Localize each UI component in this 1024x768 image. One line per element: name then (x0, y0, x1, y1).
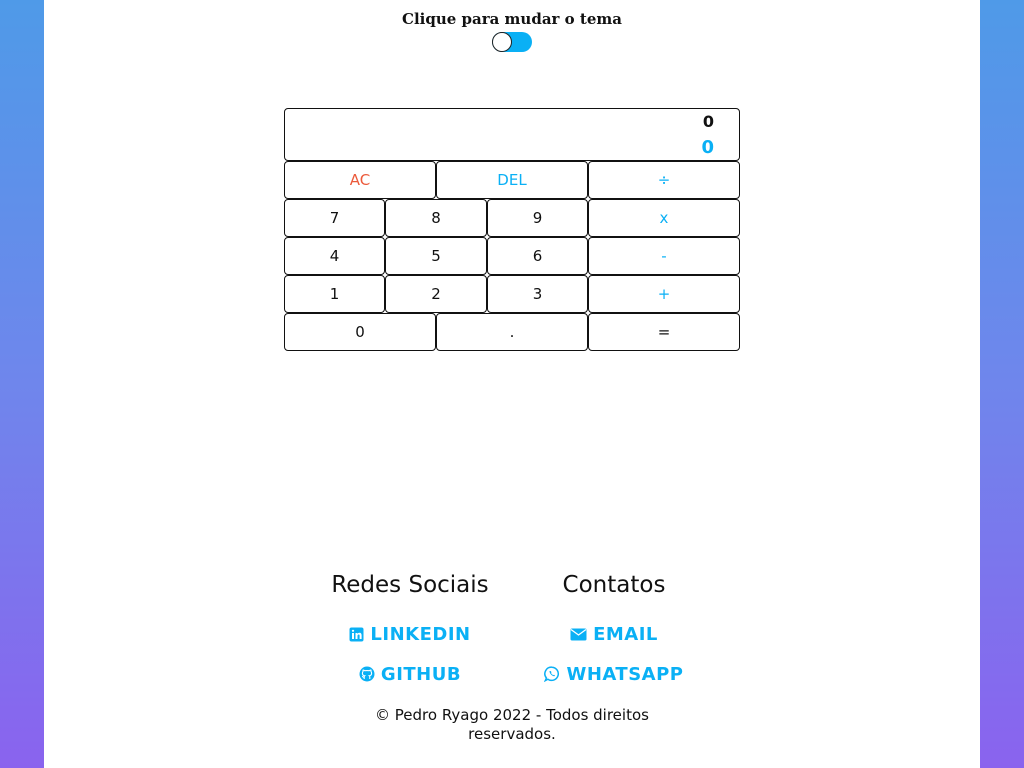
digit-4-button[interactable]: 4 (284, 237, 385, 275)
delete-button[interactable]: DEL (436, 161, 588, 199)
digit-6-button[interactable]: 6 (487, 237, 588, 275)
keypad-row-5: 0 . = (284, 313, 740, 351)
keypad-row-4: 1 2 3 + (284, 275, 740, 313)
keypad-row-3: 4 5 6 - (284, 237, 740, 275)
whatsapp-link[interactable]: WHATSAPP (514, 654, 714, 694)
multiply-button[interactable]: x (588, 199, 740, 237)
digit-0-button[interactable]: 0 (284, 313, 436, 351)
digit-5-button[interactable]: 5 (385, 237, 487, 275)
github-link[interactable]: GITHUB (310, 654, 510, 694)
digit-9-button[interactable]: 9 (487, 199, 588, 237)
contacts-section: Contatos EMAIL WHATSAPP (514, 572, 714, 694)
current-operand: 0 (701, 137, 714, 158)
keypad-row-1: AC DEL ÷ (284, 161, 740, 199)
equals-button[interactable]: = (588, 313, 740, 351)
github-label: GITHUB (380, 663, 462, 685)
social-networks-section: Redes Sociais LINKEDIN GITHUB (310, 572, 510, 694)
theme-toggle-label: Clique para mudar o tema (402, 10, 622, 28)
copyright-text: © Pedro Ryago 2022 - Todos direitos rese… (375, 706, 649, 743)
all-clear-button[interactable]: AC (284, 161, 436, 199)
digit-1-button[interactable]: 1 (284, 275, 385, 313)
linkedin-link[interactable]: LINKEDIN (310, 614, 510, 654)
theme-toggle[interactable] (492, 32, 532, 52)
previous-operand: 0 (702, 112, 714, 131)
digit-3-button[interactable]: 3 (487, 275, 588, 313)
linkedin-label: LINKEDIN (370, 623, 471, 645)
whatsapp-label: WHATSAPP (566, 663, 684, 685)
calculator: 0 0 AC DEL ÷ 7 8 9 x 4 5 6 - 1 2 3 + 0 .… (284, 108, 740, 351)
digit-7-button[interactable]: 7 (284, 199, 385, 237)
calculator-display: 0 0 (284, 108, 740, 161)
github-icon (359, 666, 375, 682)
email-label: EMAIL (593, 623, 658, 645)
toggle-knob (492, 32, 512, 52)
email-link[interactable]: EMAIL (514, 614, 714, 654)
digit-2-button[interactable]: 2 (385, 275, 487, 313)
whatsapp-icon (544, 666, 560, 682)
divide-button[interactable]: ÷ (588, 161, 740, 199)
subtract-button[interactable]: - (588, 237, 740, 275)
decimal-button[interactable]: . (436, 313, 588, 351)
linkedin-icon (349, 627, 364, 641)
digit-8-button[interactable]: 8 (385, 199, 487, 237)
add-button[interactable]: + (588, 275, 740, 313)
contacts-title: Contatos (562, 572, 666, 598)
keypad-row-2: 7 8 9 x (284, 199, 740, 237)
envelope-icon (570, 628, 587, 640)
social-networks-title: Redes Sociais (331, 572, 489, 598)
